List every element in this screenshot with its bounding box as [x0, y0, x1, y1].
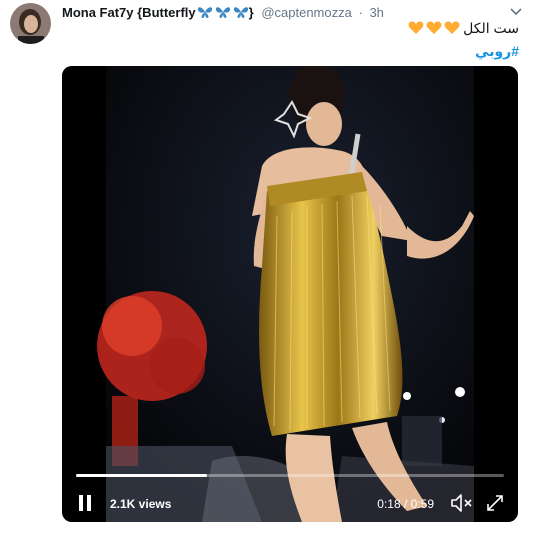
view-count: 2.1K views — [110, 497, 172, 511]
tweet-text-line: ست الكل — [463, 20, 519, 36]
tweet-text: ست الكل #روبي — [219, 18, 519, 61]
pause-icon[interactable] — [76, 494, 94, 512]
avatar[interactable] — [10, 3, 51, 44]
author-name[interactable]: Mona Fat7y {Butterfly — [62, 5, 196, 20]
tweet: Mona Fat7y {Butterfly } @captenmozza · 3… — [0, 0, 537, 537]
chevron-down-icon[interactable] — [509, 5, 523, 19]
video-player[interactable]: 2.1K views 0:18 / 0:59 — [62, 66, 518, 522]
video-frame — [62, 66, 518, 522]
orange-heart-emoji-icon — [408, 20, 460, 41]
fullscreen-icon[interactable] — [484, 492, 506, 514]
progress-bar[interactable] — [76, 474, 504, 477]
volume-muted-icon[interactable] — [450, 492, 474, 514]
progress-bar-fill — [76, 474, 207, 477]
time-readout: 0:18 / 0:59 — [377, 497, 434, 511]
hashtag-link[interactable]: #روبي — [475, 43, 519, 59]
